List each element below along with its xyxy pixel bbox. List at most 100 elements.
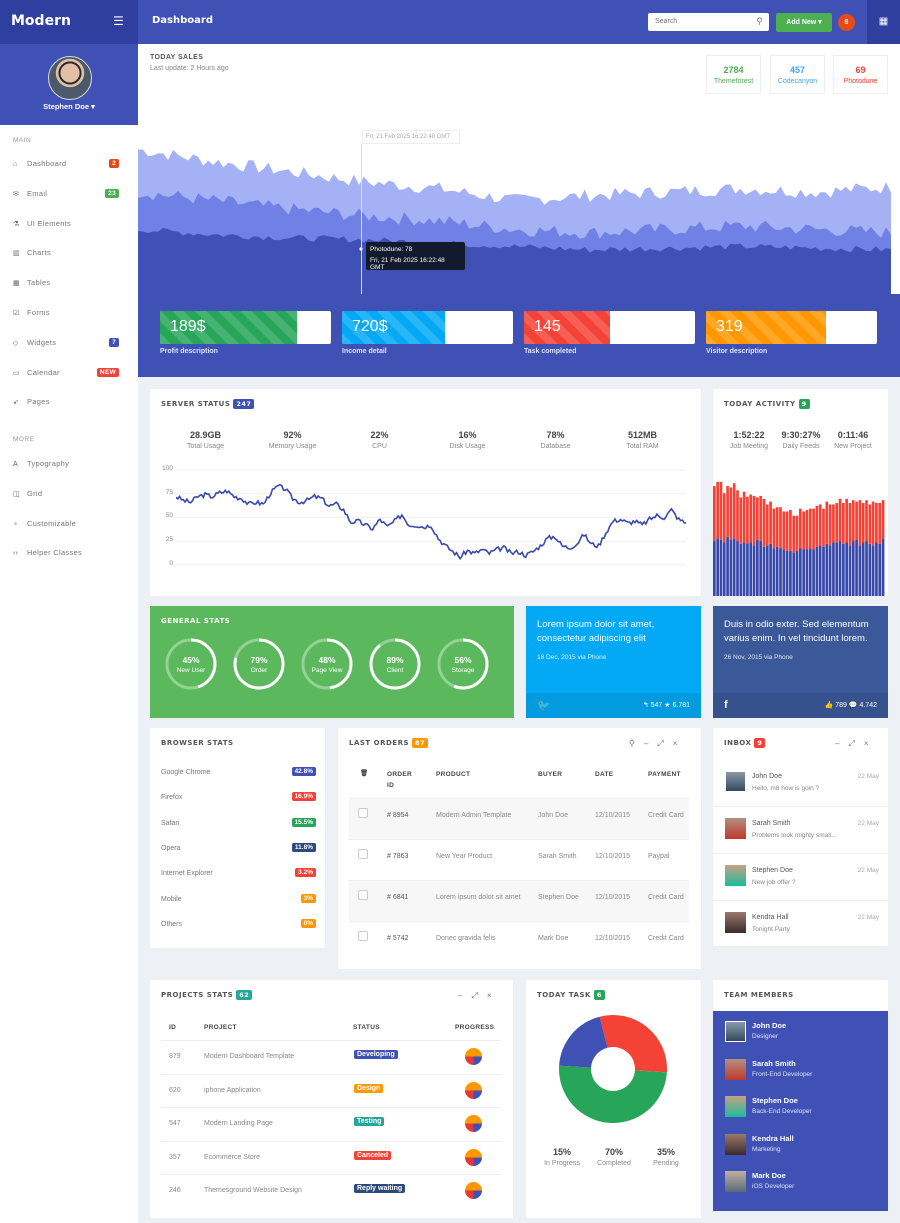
projects-column-header[interactable]: STATUS <box>353 1022 380 1033</box>
row-checkbox[interactable] <box>358 890 368 900</box>
hamburger-icon[interactable]: ☰ <box>113 14 124 28</box>
message-date: 22 May <box>857 914 879 921</box>
orders-column-header[interactable]: BUYER <box>538 769 562 780</box>
row-checkbox[interactable] <box>358 808 368 818</box>
team-member[interactable]: Mark Doe iOS Developer <box>725 1171 885 1201</box>
add-new-button[interactable]: Add New ▾ <box>776 13 832 32</box>
minimize-icon[interactable]: – <box>644 739 657 748</box>
order-row[interactable]: # 7863 New Year Product Sarah Smith 12/10/2… <box>349 839 689 880</box>
browser-stats-title: BROWSER STATS <box>161 739 234 747</box>
row-checkbox[interactable] <box>358 849 368 859</box>
activity-bar-red <box>808 508 812 549</box>
team-member[interactable]: Kendra Hall Marketing <box>725 1133 885 1164</box>
orders-column-header[interactable]: ORDER ID <box>387 769 417 791</box>
search-icon[interactable]: ⚲ <box>756 16 763 27</box>
browser-name: Firefox <box>161 794 183 802</box>
expand-icon[interactable]: ⤢ <box>471 991 486 1000</box>
orders-column-header[interactable]: PRODUCT <box>436 769 470 780</box>
activity-title: TODAY ACTIVITY 9 <box>724 399 810 409</box>
close-icon[interactable]: × <box>673 739 687 748</box>
project-row[interactable]: 547 Modern Landing Page Testing <box>161 1107 501 1141</box>
projects-column-header[interactable]: PROGRESS <box>455 1022 494 1033</box>
inbox-message[interactable]: Sarah Smith Problems look mighty small...… <box>713 807 889 854</box>
activity-stat-value: 1:52:22 <box>733 430 765 440</box>
sidebar-item-email[interactable]: ✉ Email 23 <box>13 188 123 203</box>
projects-column-header[interactable]: ID <box>169 1022 176 1033</box>
sidebar-item-customizable[interactable]: ♀ Customizable <box>13 519 123 533</box>
user-profile: Stephen Doe ▾ <box>0 44 138 125</box>
activity-bar-chart[interactable] <box>713 459 888 596</box>
activity-bar-blue <box>726 536 729 596</box>
logo[interactable]: Modern <box>11 13 71 29</box>
grid-icon[interactable]: ▦ <box>867 0 900 44</box>
project-row[interactable]: 879 Modern Dashboard Template Developing <box>161 1040 501 1074</box>
sales-area-chart[interactable] <box>138 124 891 294</box>
search-input[interactable]: Search ⚲ <box>648 13 769 31</box>
activity-bar-blue <box>785 550 789 596</box>
project-name: Modern Landing Page <box>204 1120 273 1128</box>
project-row[interactable]: 246 Themesground Website Design Reply wait… <box>161 1174 501 1208</box>
sidebar-item-helper-classes[interactable]: ‹› Helper Classes <box>13 548 123 562</box>
sidebar-item-pages[interactable]: ➹ Pages <box>13 397 123 411</box>
minimize-icon[interactable]: – <box>835 739 848 748</box>
activity-bar-red <box>792 515 796 553</box>
user-name-dropdown[interactable]: Stephen Doe ▾ <box>0 102 138 111</box>
project-row[interactable]: 620 iphone Application Design <box>161 1073 501 1108</box>
minimize-icon[interactable]: – <box>458 991 471 1000</box>
orders-column-header[interactable]: DATE <box>595 769 613 780</box>
facebook-icon[interactable]: f <box>724 699 728 711</box>
server-stat-label: Database <box>540 443 571 450</box>
sidebar-item-tables[interactable]: ▦ Tables <box>13 278 123 292</box>
progress-pie-icon <box>465 1148 482 1166</box>
sidebar-item-charts[interactable]: ▥ Charts <box>13 248 123 262</box>
activity-bar-blue <box>832 542 835 596</box>
team-member[interactable]: John Doe Designer <box>725 1021 885 1051</box>
donut-slice-red <box>599 1015 667 1073</box>
sidebar-item-typography[interactable]: A Typography <box>13 459 123 473</box>
browser-percent-badge: 11.8% <box>291 842 316 852</box>
activity-bar-red <box>752 495 756 546</box>
activity-bar-red <box>858 500 862 546</box>
inbox-message[interactable]: Kendra Hall Tonight Party 22 May <box>713 901 889 948</box>
progress-pie-icon <box>465 1182 482 1200</box>
sidebar-badge: 7 <box>109 337 119 347</box>
inbox-message[interactable]: Stephen Doe New job offer ? 22 May <box>713 854 889 901</box>
close-icon[interactable]: × <box>864 739 878 748</box>
activity-stat-value: 0:11:46 <box>837 430 869 440</box>
expand-icon[interactable]: ⤢ <box>657 739 672 748</box>
sidebar-item-widgets[interactable]: ◇ Widgets 7 <box>13 337 123 352</box>
progress-label: Visitor description <box>706 348 768 355</box>
server-line-chart[interactable] <box>176 469 686 569</box>
inbox-message[interactable]: John Doe Hello, m8 how is goin ? 22 May <box>713 760 889 807</box>
sales-subtitle: Last update: 2 Hours ago <box>150 65 229 72</box>
activity-bar-red <box>845 498 849 543</box>
orders-column-header[interactable]: PAYMENT <box>648 769 681 780</box>
expand-icon[interactable]: ⤢ <box>848 739 863 748</box>
notification-badge[interactable]: 6 <box>838 14 855 31</box>
trash-icon[interactable]: 🗑 <box>360 768 369 779</box>
sidebar-item-grid[interactable]: ◫ Grid <box>13 489 123 503</box>
close-icon[interactable]: × <box>487 991 501 1000</box>
order-row[interactable]: # 5742 Donec gravida felis Mark Doe 12/10/2… <box>349 921 689 962</box>
sidebar-badge: NEW <box>96 367 119 377</box>
y-tick-label: 75 <box>165 488 173 496</box>
today-activity-card: TODAY ACTIVITY 9 1:52:22 Job Meeting 9:30:2… <box>713 389 888 596</box>
activity-stat: 9:30:27% Daily Feeds <box>771 430 831 450</box>
order-row[interactable]: # 6841 Lorem ipsum dolor sit amet Stephen … <box>349 880 689 921</box>
task-donut-chart[interactable] <box>558 1014 668 1124</box>
sidebar-item-forms[interactable]: ☑ Forms <box>13 308 123 322</box>
message-preview: New job offer ? <box>752 879 796 886</box>
server-stat-label: Memory Usage <box>268 443 317 450</box>
row-checkbox[interactable] <box>358 931 368 941</box>
avatar[interactable] <box>48 56 92 100</box>
sidebar-item-dashboard[interactable]: ⌂ Dashboard 2 <box>13 159 123 173</box>
projects-column-header[interactable]: PROJECT <box>204 1022 237 1033</box>
project-row[interactable]: 357 Ecommerce Store Canceled <box>161 1140 501 1175</box>
team-member[interactable]: Stephen Doe Back-End Developer <box>725 1096 885 1126</box>
sidebar-item-calendar[interactable]: ▭ Calendar NEW <box>13 367 123 382</box>
sidebar-item-ui-elements[interactable]: ⚗ UI Elements <box>13 219 123 233</box>
team-member[interactable]: Sarah Smith Front-End Developer <box>725 1058 885 1089</box>
order-row[interactable]: # 8954 Modern Admin Template John Doe 12/10… <box>349 798 689 839</box>
search-icon[interactable]: ⚲ <box>629 739 644 748</box>
twitter-icon[interactable]: 🐦 <box>537 699 551 712</box>
